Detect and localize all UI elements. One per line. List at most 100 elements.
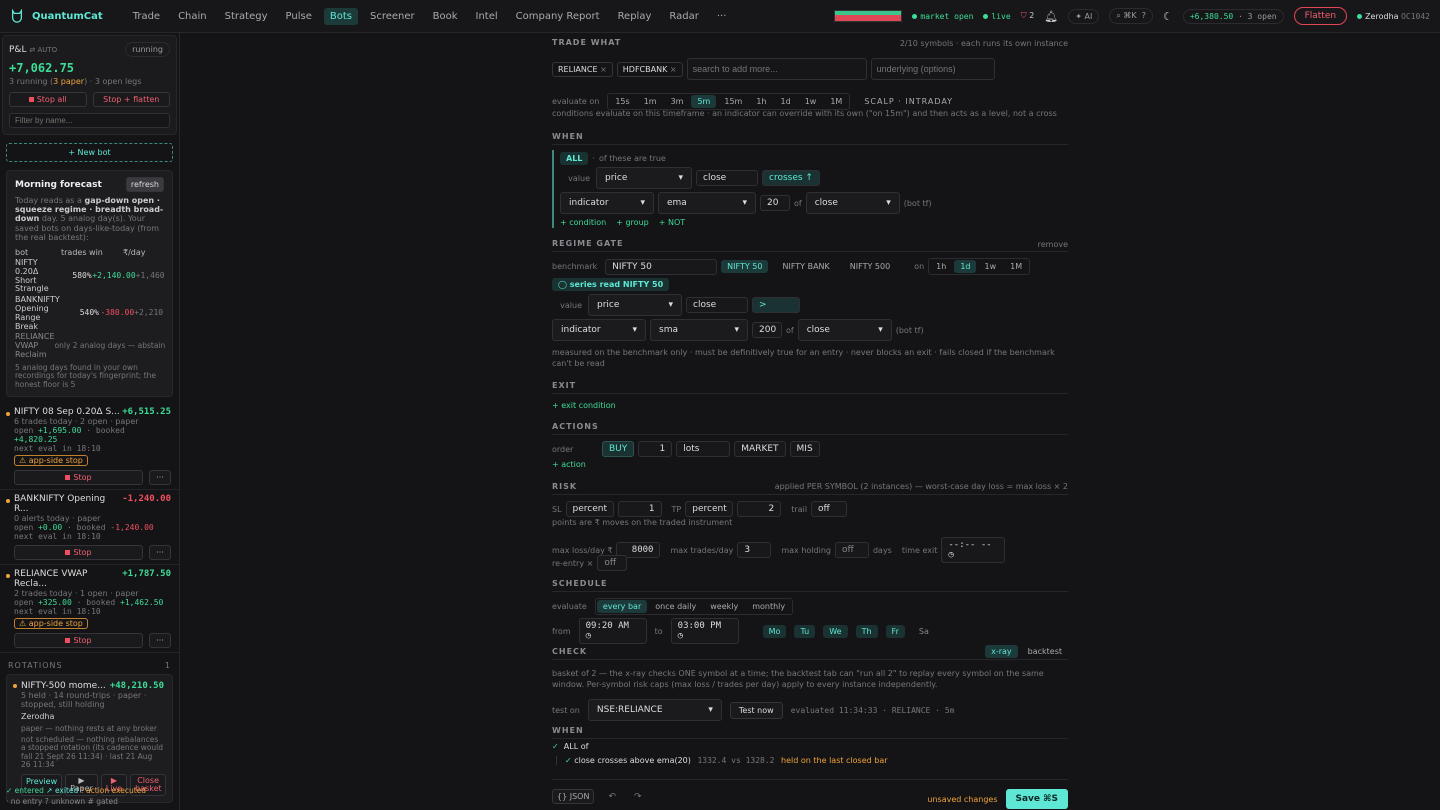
timeframe-option[interactable]: 1w (799, 95, 823, 108)
more-options-button[interactable]: ··· (149, 632, 171, 648)
regime-timeframe-option[interactable]: 1M (1004, 260, 1028, 273)
day-toggle[interactable]: Sa (913, 625, 935, 638)
nav-item-1[interactable]: Chain (172, 8, 213, 25)
bot-row[interactable]: RELIANCE VWAP Recla... +1,787.50 2 trades … (0, 565, 179, 653)
regime-field-select[interactable]: close ▾ (797, 319, 892, 341)
timeframe-option[interactable]: 3m (665, 95, 690, 108)
bot-row[interactable]: NIFTY 08 Sep 0.20Δ S... +6,515.25 6 trades… (0, 403, 179, 490)
shield-alerts-button[interactable]: ⛉ 2 (1021, 11, 1035, 21)
nav-item-10[interactable]: Radar (663, 8, 704, 25)
day-toggle[interactable]: We (823, 624, 848, 638)
nav-item-0[interactable]: Trade (127, 8, 166, 25)
schedule-monthly[interactable]: monthly (746, 600, 791, 613)
nav-item-6[interactable]: Book (427, 8, 464, 25)
more-options-button[interactable]: ··· (149, 544, 171, 560)
from-time-input[interactable]: 09:20 AM ◷ (578, 618, 647, 644)
undo-icon[interactable]: ↶ (608, 792, 616, 802)
day-toggle[interactable]: Mo (762, 624, 787, 638)
max-trades-input[interactable]: 3 (737, 542, 772, 558)
schedule-weekly[interactable]: weekly (704, 600, 744, 613)
backtest-tab[interactable]: backtest (1022, 645, 1068, 658)
benchmark-option[interactable]: NIFTY 500 (844, 260, 896, 273)
nav-item-4[interactable]: Bots (323, 7, 358, 25)
sl-value[interactable]: 1 (617, 501, 662, 517)
ai-button[interactable]: ✦ AI (1068, 8, 1100, 24)
remove-icon[interactable]: × (670, 65, 677, 74)
more-options-button[interactable]: ··· (149, 469, 171, 485)
command-palette-button[interactable]: ⌕ ⌘K ? (1109, 8, 1153, 24)
trail-select[interactable]: off (811, 501, 848, 517)
symbol-search-input[interactable] (686, 58, 867, 80)
regime-source-select[interactable]: price ▾ (588, 294, 682, 316)
stop-bot-button[interactable]: Stop (14, 632, 143, 648)
timeframe-option[interactable]: 5m (691, 95, 717, 108)
rotation-card[interactable]: NIFTY-500 mome... +48,210.50 5 held · 14 … (6, 673, 173, 804)
add-not-link[interactable]: + NOT (659, 218, 685, 227)
stop-bot-button[interactable]: Stop (14, 469, 143, 485)
timeframe-option[interactable]: 15s (609, 95, 635, 108)
timeframe-option[interactable]: 15m (718, 95, 748, 108)
bot-row[interactable]: BANKNIFTY Opening R... -1,240.00 0 alerts … (0, 490, 179, 565)
stop-all-button[interactable]: Stop all (9, 92, 87, 107)
schedule-once-daily[interactable]: once daily (649, 600, 702, 613)
xray-tab[interactable]: x-ray (985, 645, 1018, 658)
side-select[interactable]: BUY (602, 441, 635, 457)
moon-icon[interactable]: ☾ (1163, 10, 1173, 23)
regime-timeframe-option[interactable]: 1w (978, 260, 1002, 273)
regime-period[interactable]: 200 (752, 322, 782, 338)
product-select[interactable]: MIS (789, 441, 820, 457)
remove-icon[interactable]: × (600, 65, 607, 74)
reentry-input[interactable]: off (597, 555, 628, 571)
regime-indicator-kind[interactable]: indicator ▾ (552, 319, 646, 341)
timeframe-option[interactable]: 1d (775, 95, 797, 108)
test-symbol-select[interactable]: NSE:RELIANCE ▾ (587, 699, 722, 721)
json-button[interactable]: {} JSON (552, 789, 595, 804)
timeframe-tag[interactable]: (bot tf) (896, 326, 924, 335)
nav-item-9[interactable]: Replay (612, 8, 658, 25)
nav-item-8[interactable]: Company Report (510, 8, 606, 25)
to-time-input[interactable]: 03:00 PM ◷ (670, 618, 739, 644)
benchmark-input[interactable]: NIFTY 50 (605, 258, 718, 275)
unit-select[interactable]: lots (676, 441, 731, 457)
regime-operator[interactable]: > (752, 297, 800, 313)
max-holding-input[interactable]: off (834, 542, 869, 558)
indicator-select[interactable]: ema ▾ (658, 192, 756, 214)
regime-field[interactable]: close (686, 297, 748, 313)
add-exit-link[interactable]: + exit condition (552, 401, 616, 410)
benchmark-option[interactable]: NIFTY 50 (721, 260, 769, 273)
redo-icon[interactable]: ↷ (634, 792, 642, 802)
nav-item-5[interactable]: Screener (364, 8, 421, 25)
test-now-button[interactable]: Test now (729, 701, 783, 719)
day-toggle[interactable]: Fr (885, 624, 905, 638)
pnl-chip[interactable]: +6,380.50 · 3 open (1182, 8, 1284, 24)
timeframe-option[interactable]: 1m (638, 95, 663, 108)
nav-item-7[interactable]: Intel (470, 8, 504, 25)
schedule-every-bar[interactable]: every bar (596, 600, 648, 613)
condition-source-select[interactable]: price ▾ (596, 167, 692, 189)
bell-icon[interactable]: 🔔︎ (1044, 10, 1058, 23)
tp-value[interactable]: 2 (737, 501, 782, 517)
condition-field[interactable]: close (696, 170, 758, 186)
qty-input[interactable]: 1 (638, 441, 673, 457)
timeframe-tag[interactable]: (bot tf) (904, 199, 932, 208)
indicator-period[interactable]: 20 (760, 195, 790, 211)
day-toggle[interactable]: Th (855, 624, 878, 638)
order-type-select[interactable]: MARKET (734, 441, 786, 457)
all-toggle[interactable]: ALL (560, 152, 589, 165)
add-condition-link[interactable]: + condition (560, 218, 606, 227)
add-action-link[interactable]: + action (552, 460, 586, 469)
regime-timeframe-option[interactable]: 1h (930, 260, 952, 273)
stop-flatten-button[interactable]: Stop + flatten (92, 92, 170, 107)
tp-mode-select[interactable]: percent (685, 501, 734, 517)
nav-item-3[interactable]: Pulse (280, 8, 318, 25)
indicator-kind-select[interactable]: indicator ▾ (560, 192, 654, 214)
app-logo[interactable]: QuantumCat (10, 9, 103, 23)
save-button[interactable]: Save ⌘S (1005, 789, 1068, 809)
sl-mode-select[interactable]: percent (565, 501, 614, 517)
benchmark-option[interactable]: NIFTY BANK (776, 260, 835, 273)
timeframe-option[interactable]: 1M (824, 95, 848, 108)
new-bot-button[interactable]: + New bot (6, 143, 173, 162)
timeframe-option[interactable]: 1h (750, 95, 772, 108)
remove-regime-link[interactable]: remove (1038, 240, 1068, 249)
day-toggle[interactable]: Tu (794, 624, 816, 638)
